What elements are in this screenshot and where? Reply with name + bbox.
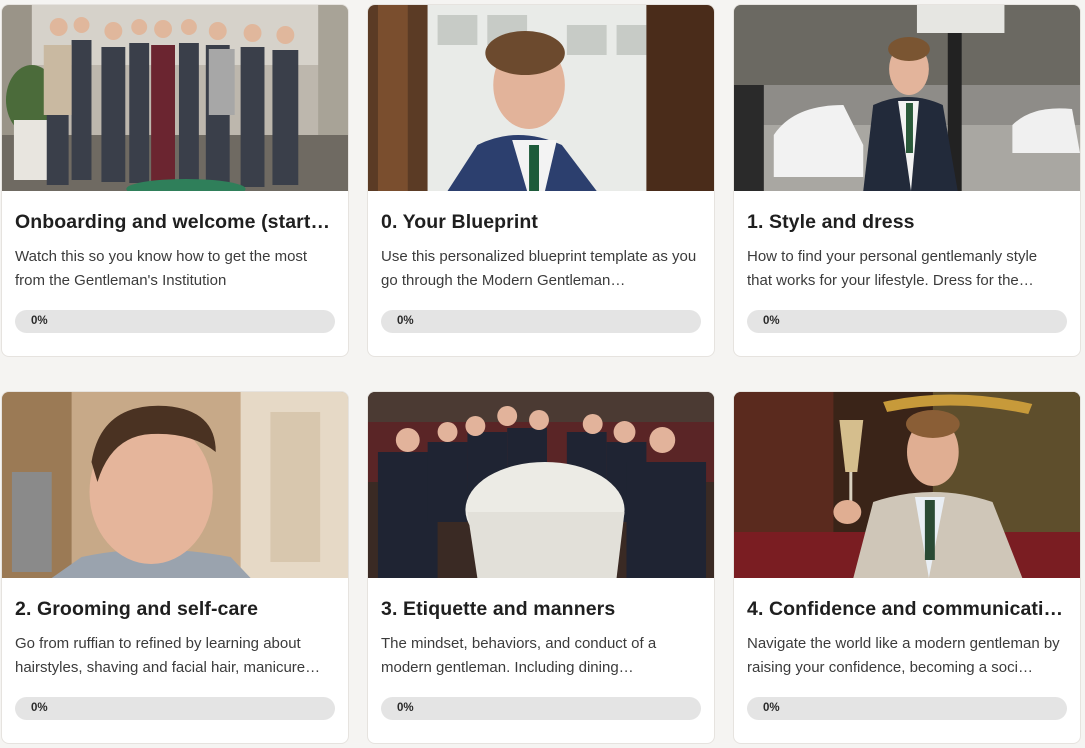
champagne-toast-image: [734, 392, 1080, 578]
gentleman-street-image: [734, 5, 1080, 191]
course-card-grooming[interactable]: 2. Grooming and self-care Go from ruffia…: [1, 391, 349, 744]
progress-label: 0%: [31, 315, 48, 327]
course-description: The mindset, behaviors, and conduct of a…: [381, 635, 657, 676]
progress-bar: 0%: [15, 697, 335, 720]
course-thumbnail[interactable]: [2, 5, 348, 191]
progress-bar: 0%: [15, 310, 335, 333]
progress-bar: 0%: [381, 697, 701, 720]
course-title[interactable]: 3. Etiquette and manners: [381, 597, 700, 621]
progress-label: 0%: [763, 702, 780, 714]
course-title[interactable]: 2. Grooming and self-care: [15, 597, 334, 621]
course-description: Use this personalized blueprint template…: [381, 248, 697, 289]
course-thumbnail[interactable]: [2, 392, 348, 578]
progress-label: 0%: [397, 315, 414, 327]
course-description: Navigate the world like a modern gentlem…: [747, 635, 1060, 676]
course-card-onboarding[interactable]: Onboarding and welcome (start h… Watch t…: [1, 4, 349, 357]
course-thumbnail[interactable]: [368, 392, 714, 578]
course-description: Watch this so you know how to get the mo…: [15, 248, 308, 289]
course-description: How to find your personal gentlemanly st…: [747, 248, 1038, 289]
course-card-confidence[interactable]: 4. Confidence and communication Navigate…: [733, 391, 1081, 744]
progress-label: 0%: [763, 315, 780, 327]
progress-bar: 0%: [747, 310, 1067, 333]
course-card-blueprint[interactable]: 0. Your Blueprint Use this personalized …: [367, 4, 715, 357]
course-grid: Onboarding and welcome (start h… Watch t…: [0, 0, 1085, 748]
progress-bar: 0%: [381, 310, 701, 333]
course-title[interactable]: 1. Style and dress: [747, 210, 1066, 234]
course-thumbnail[interactable]: [734, 5, 1080, 191]
gentleman-profile-image: [2, 392, 348, 578]
group-of-gentlemen-image: [2, 5, 348, 191]
gentleman-portrait-window-image: [368, 5, 714, 191]
course-thumbnail[interactable]: [734, 392, 1080, 578]
course-title[interactable]: Onboarding and welcome (start h…: [15, 210, 334, 234]
progress-label: 0%: [397, 702, 414, 714]
progress-label: 0%: [31, 702, 48, 714]
dinner-table-group-image: [368, 392, 714, 578]
course-title[interactable]: 0. Your Blueprint: [381, 210, 700, 234]
progress-bar: 0%: [747, 697, 1067, 720]
course-card-etiquette[interactable]: 3. Etiquette and manners The mindset, be…: [367, 391, 715, 744]
course-description: Go from ruffian to refined by learning a…: [15, 635, 321, 676]
course-title[interactable]: 4. Confidence and communication: [747, 597, 1066, 621]
course-thumbnail[interactable]: [368, 5, 714, 191]
course-card-style-and-dress[interactable]: 1. Style and dress How to find your pers…: [733, 4, 1081, 357]
